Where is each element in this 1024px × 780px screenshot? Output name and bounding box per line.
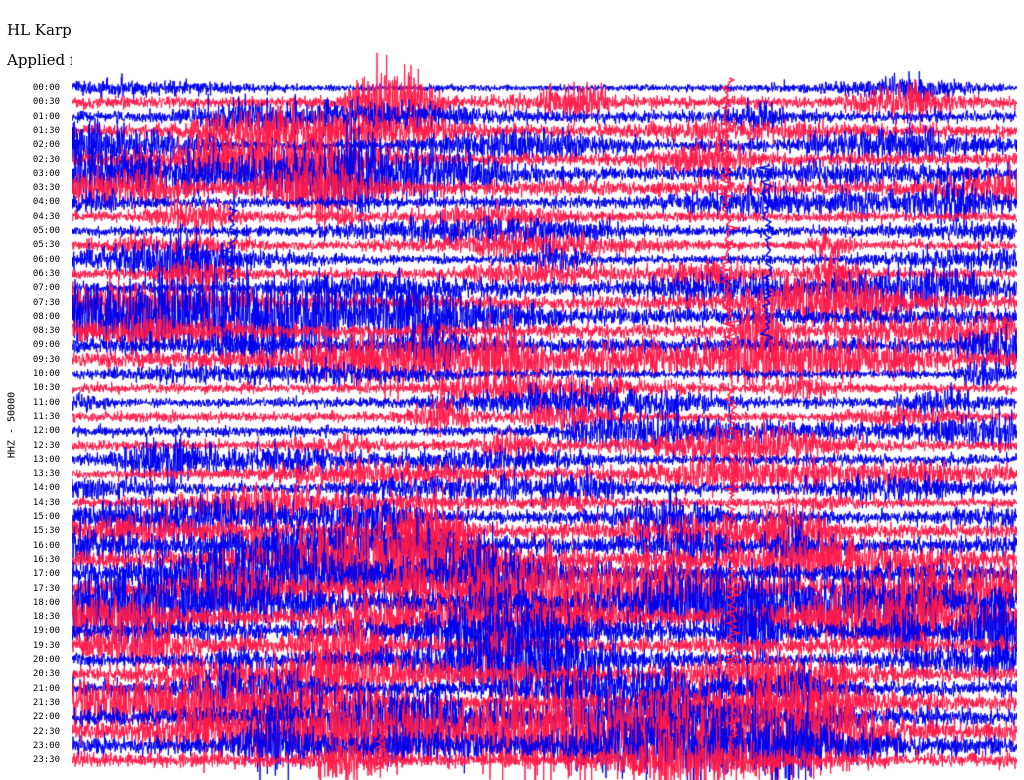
time-label: 00:00 [32, 83, 60, 93]
time-label: 00:30 [32, 97, 60, 108]
time-label: 05:00 [32, 226, 60, 236]
time-label: 12:00 [32, 426, 60, 437]
time-label: 06:30 [32, 268, 60, 279]
time-label: 11:30 [32, 411, 60, 422]
time-label: 17:00 [32, 569, 60, 580]
time-label: 04:00 [32, 197, 60, 208]
time-label: 04:30 [32, 211, 60, 222]
time-label: 19:30 [32, 640, 60, 651]
time-label: 11:00 [32, 397, 60, 408]
time-label: 03:30 [32, 183, 60, 194]
time-label: 03:00 [32, 168, 60, 179]
time-label: 16:30 [32, 554, 60, 565]
time-label: 09:00 [32, 340, 60, 351]
time-label: 10:30 [32, 383, 60, 394]
time-label: 01:30 [32, 125, 60, 136]
time-label: 02:30 [32, 154, 60, 165]
time-label: 13:00 [32, 454, 60, 465]
time-label: 10:00 [32, 369, 60, 379]
time-label: 21:00 [32, 683, 60, 694]
time-label: 13:30 [32, 469, 60, 480]
time-label: 22:30 [32, 726, 60, 737]
time-label: 20:00 [32, 655, 60, 665]
time-label: 08:30 [32, 326, 60, 337]
time-label: 19:00 [32, 626, 60, 637]
time-label: 01:00 [32, 111, 60, 122]
time-label: 12:30 [32, 440, 60, 451]
time-label: 08:00 [32, 311, 60, 322]
time-label: 07:30 [32, 297, 60, 308]
time-label: 20:30 [32, 669, 60, 680]
time-label: 18:00 [32, 597, 60, 608]
time-label: 15:00 [32, 512, 60, 522]
time-label: 07:00 [32, 283, 60, 294]
helicorder-page: HL Karpathos 2010-05-28 Applied filter: … [0, 0, 1024, 780]
time-axis-labels: 00:00 00:30 01:00 01:30 02:00 02:30 03:00 03:30… [0, 0, 70, 780]
time-label: 06:00 [32, 254, 60, 265]
time-label: 23:00 [32, 740, 60, 751]
time-label: 21:30 [32, 697, 60, 708]
time-label: 14:30 [32, 497, 60, 508]
time-label: 02:00 [32, 140, 60, 151]
seismogram-traces [72, 0, 1017, 780]
time-label: 09:30 [32, 354, 60, 365]
time-label: 22:00 [32, 712, 60, 723]
time-label: 23:30 [32, 755, 60, 766]
time-label: 05:30 [32, 240, 60, 251]
time-label: 16:00 [32, 540, 60, 551]
time-label: 14:00 [32, 483, 60, 494]
time-label: 15:30 [32, 526, 60, 537]
time-label: 18:30 [32, 612, 60, 623]
time-label: 17:30 [32, 583, 60, 594]
